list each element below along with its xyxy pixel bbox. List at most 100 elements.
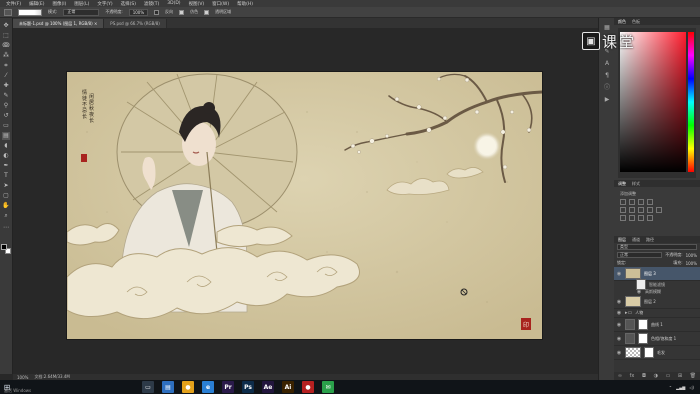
- task-view-icon[interactable]: ▭: [142, 381, 154, 393]
- layer-row[interactable]: ◉ 曲线 1: [614, 318, 700, 332]
- posterize-icon[interactable]: [629, 215, 635, 221]
- vibrance-icon[interactable]: [620, 207, 626, 213]
- volume-icon[interactable]: ◁): [689, 385, 694, 390]
- layer-style-icon[interactable]: fx: [630, 373, 635, 379]
- gradient-map-icon[interactable]: [647, 215, 653, 221]
- visibility-eye-icon[interactable]: ◉: [616, 299, 622, 305]
- tab-color[interactable]: 颜色: [618, 19, 626, 25]
- menu-help[interactable]: 帮助(H): [237, 1, 253, 7]
- threshold-icon[interactable]: [638, 215, 644, 221]
- hue-slider[interactable]: [688, 32, 694, 172]
- layer-filter-select[interactable]: 类型: [617, 244, 697, 250]
- wechat-icon[interactable]: ✉: [322, 381, 334, 393]
- opacity-input[interactable]: 100%: [128, 8, 149, 16]
- add-mask-icon[interactable]: ◘: [642, 373, 646, 379]
- delete-layer-icon[interactable]: 🗑: [690, 373, 696, 379]
- quick-select-tool-icon[interactable]: ⁂: [2, 52, 10, 60]
- layer-group-row[interactable]: ◉ ▸▭ 人物: [614, 309, 700, 318]
- premiere-icon[interactable]: Pr: [222, 381, 234, 393]
- tab-layers[interactable]: 图层: [618, 237, 626, 243]
- aftereffects-icon[interactable]: Ae: [262, 381, 274, 393]
- link-layers-icon[interactable]: ∞: [618, 373, 622, 379]
- healing-brush-tool-icon[interactable]: ✚: [2, 82, 10, 90]
- menu-select[interactable]: 选择(S): [121, 1, 136, 7]
- paragraph-panel-icon[interactable]: ¶: [603, 72, 611, 80]
- levels-icon[interactable]: [629, 199, 635, 205]
- tab-paths[interactable]: 路径: [646, 237, 654, 243]
- layer-opacity-value[interactable]: 100%: [686, 253, 697, 258]
- brightness-icon[interactable]: [620, 199, 626, 205]
- visibility-eye-icon[interactable]: ◉: [616, 271, 622, 277]
- actions-panel-icon[interactable]: ▶: [603, 96, 611, 104]
- photoshop-icon[interactable]: Ps: [242, 381, 254, 393]
- artwork-canvas[interactable]: 情徒不忌长 闲居秋夜长 印: [67, 72, 542, 339]
- gradient-preview[interactable]: [18, 8, 42, 16]
- menu-file[interactable]: 文件(F): [6, 1, 21, 7]
- history-brush-tool-icon[interactable]: ↺: [2, 112, 10, 120]
- transparency-checkbox[interactable]: [204, 9, 210, 15]
- chrome-icon[interactable]: ●: [182, 381, 194, 393]
- blend-mode-select[interactable]: 正常: [617, 252, 663, 258]
- hand-tool-icon[interactable]: ✋: [2, 202, 10, 210]
- path-select-tool-icon[interactable]: ➤: [2, 182, 10, 190]
- color-balance-icon[interactable]: [638, 207, 644, 213]
- gradient-tool-icon[interactable]: [4, 8, 12, 16]
- layer-row[interactable]: ◉ 图层 3: [614, 267, 700, 281]
- menu-3d[interactable]: 3D(D): [167, 1, 180, 6]
- gradient-tool-icon[interactable]: ▤: [2, 132, 10, 140]
- crop-tool-icon[interactable]: ⌗: [2, 62, 10, 70]
- tab-swatches[interactable]: 色板: [632, 19, 640, 25]
- lasso-tool-icon[interactable]: ↂ: [2, 42, 10, 50]
- tab-document-2[interactable]: PS.psd @ 66.7% (RGB/8): [104, 19, 167, 28]
- store-icon[interactable]: ▤: [162, 381, 174, 393]
- tab-adjustments[interactable]: 调整: [618, 181, 626, 187]
- menu-type[interactable]: 文字(Y): [97, 1, 112, 7]
- pen-tool-icon[interactable]: ✒: [2, 162, 10, 170]
- new-adjustment-icon[interactable]: ◑: [654, 373, 658, 379]
- tray-up-icon[interactable]: ⌃: [669, 385, 672, 390]
- info-panel-icon[interactable]: ⓘ: [603, 84, 611, 92]
- menu-image[interactable]: 图像(I): [52, 1, 66, 7]
- clone-stamp-tool-icon[interactable]: ⚲: [2, 102, 10, 110]
- dodge-tool-icon[interactable]: ◐: [2, 152, 10, 160]
- menu-window[interactable]: 窗口(W): [212, 1, 229, 7]
- layer-row[interactable]: ◉ 毛发: [614, 346, 700, 360]
- character-panel-icon[interactable]: A: [603, 60, 611, 68]
- foreground-background-colors[interactable]: [1, 244, 12, 255]
- foreground-color-swatch[interactable]: [1, 244, 7, 250]
- reverse-checkbox[interactable]: [154, 9, 160, 15]
- new-layer-icon[interactable]: ⊞: [678, 373, 682, 379]
- more-tools-icon[interactable]: ⋯: [2, 224, 10, 232]
- layer-row[interactable]: ◉ 图层 2: [614, 295, 700, 309]
- edge-icon[interactable]: e: [202, 381, 214, 393]
- dither-checkbox[interactable]: [179, 9, 185, 15]
- visibility-eye-icon[interactable]: ◉: [616, 322, 622, 328]
- layer-row[interactable]: ◉ 色相/饱和度 1: [614, 332, 700, 346]
- exposure-icon[interactable]: [647, 199, 653, 205]
- bw-icon[interactable]: [647, 207, 653, 213]
- move-tool-icon[interactable]: ✥: [2, 22, 10, 30]
- eyedropper-tool-icon[interactable]: ⁄: [2, 72, 10, 80]
- zoom-tool-icon[interactable]: ⌕: [2, 212, 10, 220]
- new-group-icon[interactable]: ▭: [666, 373, 671, 379]
- tab-styles[interactable]: 样式: [632, 181, 640, 187]
- menu-edit[interactable]: 编辑(E): [29, 1, 44, 7]
- zoom-readout[interactable]: 100%: [17, 375, 28, 380]
- mode-select[interactable]: 正常: [63, 8, 100, 16]
- illustrator-icon[interactable]: Ai: [282, 381, 294, 393]
- brush-tool-icon[interactable]: ✎: [2, 92, 10, 100]
- visibility-eye-icon[interactable]: ◉: [636, 289, 642, 295]
- menu-view[interactable]: 视图(V): [189, 1, 205, 7]
- curves-icon[interactable]: [638, 199, 644, 205]
- shape-tool-icon[interactable]: ▢: [2, 192, 10, 200]
- menu-layer[interactable]: 图层(L): [74, 1, 89, 7]
- hue-icon[interactable]: [629, 207, 635, 213]
- marquee-tool-icon[interactable]: ⬚: [2, 32, 10, 40]
- color-field[interactable]: [620, 32, 686, 172]
- invert-icon[interactable]: [620, 215, 626, 221]
- blur-tool-icon[interactable]: ◖: [2, 142, 10, 150]
- record-icon[interactable]: ●: [302, 381, 314, 393]
- menu-filter[interactable]: 滤镜(T): [144, 1, 159, 7]
- photo-filter-icon[interactable]: [656, 207, 662, 213]
- tab-channels[interactable]: 通道: [632, 237, 640, 243]
